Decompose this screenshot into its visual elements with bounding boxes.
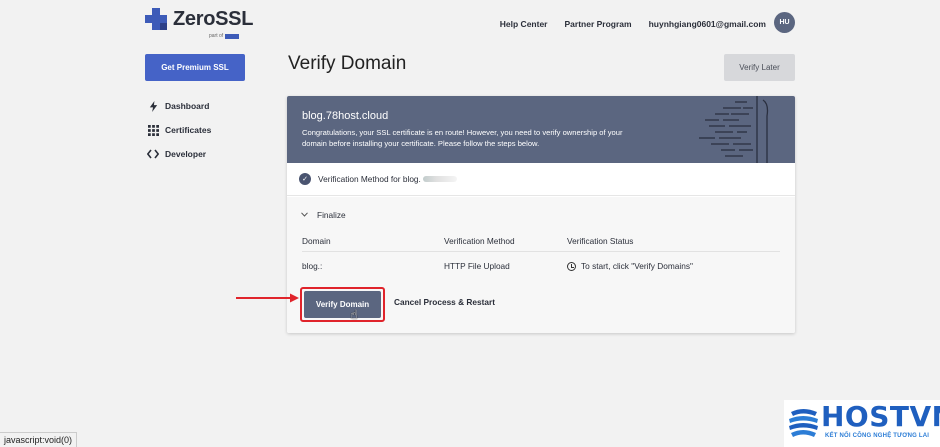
sidebar-item-label: Certificates bbox=[165, 125, 212, 135]
hostvn-globe-icon bbox=[789, 409, 818, 437]
sidebar-item-dashboard[interactable]: Dashboard bbox=[147, 100, 209, 112]
step-finalize: Finalize Domain Verification Method Veri… bbox=[287, 197, 795, 333]
table-divider bbox=[302, 251, 780, 252]
cell-domain: blog.: bbox=[302, 261, 323, 271]
nav-partner-program[interactable]: Partner Program bbox=[565, 19, 632, 29]
brand-name: ZeroSSL bbox=[173, 8, 254, 30]
step-verification-method[interactable]: ✓ Verification Method for blog. bbox=[287, 163, 795, 196]
hostvn-name: HOSTVN bbox=[821, 400, 940, 433]
brand-sub: part of bbox=[209, 33, 240, 39]
step1-label: Verification Method for blog. bbox=[318, 174, 421, 184]
cell-status: To start, click "Verify Domains" bbox=[567, 261, 693, 271]
sidebar-item-certificates[interactable]: Certificates bbox=[147, 124, 211, 136]
code-lines-decoration-icon bbox=[699, 96, 769, 163]
sidebar-item-label: Dashboard bbox=[165, 101, 210, 111]
account-email[interactable]: huynhgiang0601@gmail.com bbox=[649, 19, 766, 29]
hostvn-tagline: KẾT NỐI CÔNG NGHỆ TƯƠNG LAI bbox=[825, 433, 930, 439]
grid-icon bbox=[147, 124, 159, 136]
finalize-header[interactable]: Finalize bbox=[301, 210, 346, 220]
finalize-label: Finalize bbox=[317, 210, 346, 220]
banner-domain: blog.78host.cloud bbox=[302, 110, 389, 122]
verify-highlight-box: Verify Domain ☝ bbox=[300, 287, 385, 322]
verification-card: blog.78host.cloud Congratulations, your … bbox=[287, 96, 795, 333]
col-header-domain: Domain bbox=[302, 236, 331, 246]
avatar[interactable]: HU bbox=[774, 12, 795, 33]
verify-domain-button[interactable]: Verify Domain bbox=[304, 291, 381, 318]
check-icon: ✓ bbox=[299, 173, 311, 185]
get-premium-ssl-button[interactable]: Get Premium SSL bbox=[145, 54, 245, 81]
chevron-down-icon bbox=[301, 211, 308, 219]
status-text: To start, click "Verify Domains" bbox=[581, 261, 693, 271]
clock-icon bbox=[567, 261, 576, 271]
zerossl-logo[interactable]: ZeroSSL part of bbox=[145, 8, 254, 39]
zerossl-cross-icon bbox=[145, 8, 167, 30]
hostvn-watermark: HOSTVN KẾT NỐI CÔNG NGHỆ TƯƠNG LAI bbox=[784, 400, 940, 447]
code-icon bbox=[147, 148, 159, 160]
hand-cursor-icon: ☝ bbox=[350, 307, 358, 322]
col-header-method: Verification Method bbox=[444, 236, 515, 246]
cell-method: HTTP File Upload bbox=[444, 261, 510, 271]
red-arrow-icon bbox=[236, 293, 299, 303]
redacted-text bbox=[422, 176, 457, 182]
banner-message: Congratulations, your SSL certificate is… bbox=[302, 128, 623, 148]
sidebar-item-label: Developer bbox=[165, 149, 207, 159]
cancel-restart-button[interactable]: Cancel Process & Restart bbox=[394, 297, 495, 307]
nav-help-center[interactable]: Help Center bbox=[500, 19, 548, 29]
col-header-status: Verification Status bbox=[567, 236, 634, 246]
domain-banner: blog.78host.cloud Congratulations, your … bbox=[287, 96, 795, 163]
verify-later-button[interactable]: Verify Later bbox=[724, 54, 795, 81]
browser-status-bar: javascript:void(0) bbox=[0, 432, 78, 447]
lightning-icon bbox=[147, 100, 159, 112]
page-title: Verify Domain bbox=[288, 53, 407, 74]
sidebar-item-developer[interactable]: Developer bbox=[147, 148, 206, 160]
top-nav: Help Center Partner Program huynhgiang06… bbox=[483, 12, 795, 33]
